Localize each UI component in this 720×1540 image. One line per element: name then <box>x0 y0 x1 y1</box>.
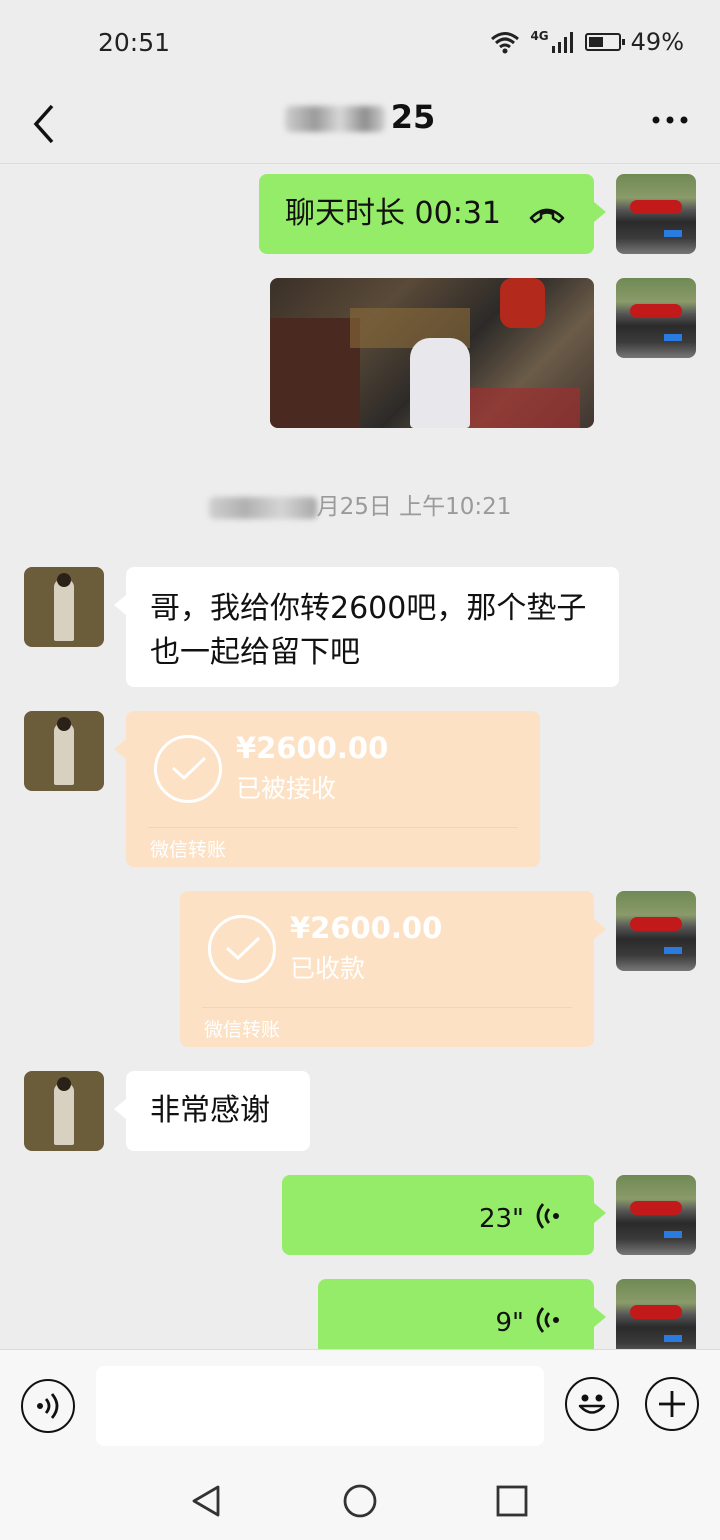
more-functions-button[interactable] <box>645 1377 699 1431</box>
battery-percent: 49% <box>630 28 684 56</box>
avatar[interactable] <box>616 174 696 254</box>
avatar[interactable] <box>24 567 104 647</box>
nav-recents-icon[interactable] <box>494 1483 530 1519</box>
avatar[interactable] <box>24 1071 104 1151</box>
signal-icon <box>551 32 573 53</box>
network-type: 4G <box>530 29 549 43</box>
transfer-footer: 微信转账 <box>204 1019 281 1041</box>
chat-title: 25 <box>0 98 720 136</box>
plus-icon <box>659 1391 685 1417</box>
call-record-bubble[interactable]: 聊天时长 00:31 <box>259 174 606 254</box>
avatar[interactable] <box>616 1279 696 1349</box>
photo-message[interactable] <box>270 278 594 428</box>
nav-home-icon[interactable] <box>342 1483 378 1519</box>
text-message-bubble[interactable]: 哥，我给你转2600吧，那个垫子也一起给留下吧 <box>114 567 619 687</box>
voice-message-bubble[interactable]: 23" <box>282 1175 606 1255</box>
status-bar: 20:51 4G 49% <box>0 0 720 84</box>
system-nav-bar <box>0 1459 720 1540</box>
avatar[interactable] <box>616 278 696 358</box>
status-icons: 4G 49% <box>490 28 684 56</box>
check-circle-icon <box>208 915 276 983</box>
transfer-status: 已收款 <box>290 954 366 983</box>
emoji-icon <box>578 1394 606 1414</box>
voice-duration: 23" <box>478 1204 524 1234</box>
transfer-card[interactable]: ¥2600.00 已收款 微信转账 <box>180 891 606 1047</box>
check-circle-icon <box>154 735 222 803</box>
transfer-amount: ¥2600.00 <box>290 911 443 945</box>
message-input[interactable] <box>96 1366 544 1446</box>
call-duration-text: 聊天时长 00:31 <box>285 196 501 231</box>
status-time: 20:51 <box>98 27 171 57</box>
avatar[interactable] <box>24 711 104 791</box>
transfer-amount: ¥2600.00 <box>236 731 389 765</box>
nav-back-icon[interactable] <box>188 1483 224 1519</box>
wifi-icon <box>491 32 520 54</box>
redacted-name <box>284 106 385 132</box>
redacted-date <box>208 496 317 519</box>
timestamp: 月25日 上午10:21 <box>0 487 720 521</box>
voice-wave-icon <box>37 1393 59 1419</box>
message-text: 非常感谢 <box>150 1093 270 1128</box>
phone-hangup-icon <box>529 208 565 224</box>
chat-header: 25 <box>0 84 720 164</box>
transfer-footer: 微信转账 <box>150 839 227 861</box>
emoji-button[interactable] <box>565 1377 619 1431</box>
voice-message-bubble[interactable]: 9" <box>318 1279 606 1349</box>
voice-wave-icon <box>536 1203 559 1229</box>
text-message-bubble[interactable]: 非常感谢 <box>114 1071 310 1151</box>
transfer-card[interactable]: ¥2600.00 已被接收 微信转账 <box>114 711 540 867</box>
message-text: 哥，我给你转2600吧，那个垫子也一起给留下吧 <box>150 591 587 670</box>
voice-input-button[interactable] <box>21 1379 75 1433</box>
voice-duration: 9" <box>495 1308 524 1338</box>
more-dots-icon[interactable] <box>650 110 690 130</box>
voice-wave-icon <box>536 1307 559 1333</box>
chat-messages[interactable]: 聊天时长 00:31 月25日 上午10:21 哥，我给你转2600吧，那个垫子… <box>0 165 720 1349</box>
transfer-status: 已被接收 <box>236 774 337 803</box>
avatar[interactable] <box>616 1175 696 1255</box>
input-bar <box>0 1349 720 1459</box>
battery-icon <box>584 33 625 51</box>
avatar[interactable] <box>616 891 696 971</box>
